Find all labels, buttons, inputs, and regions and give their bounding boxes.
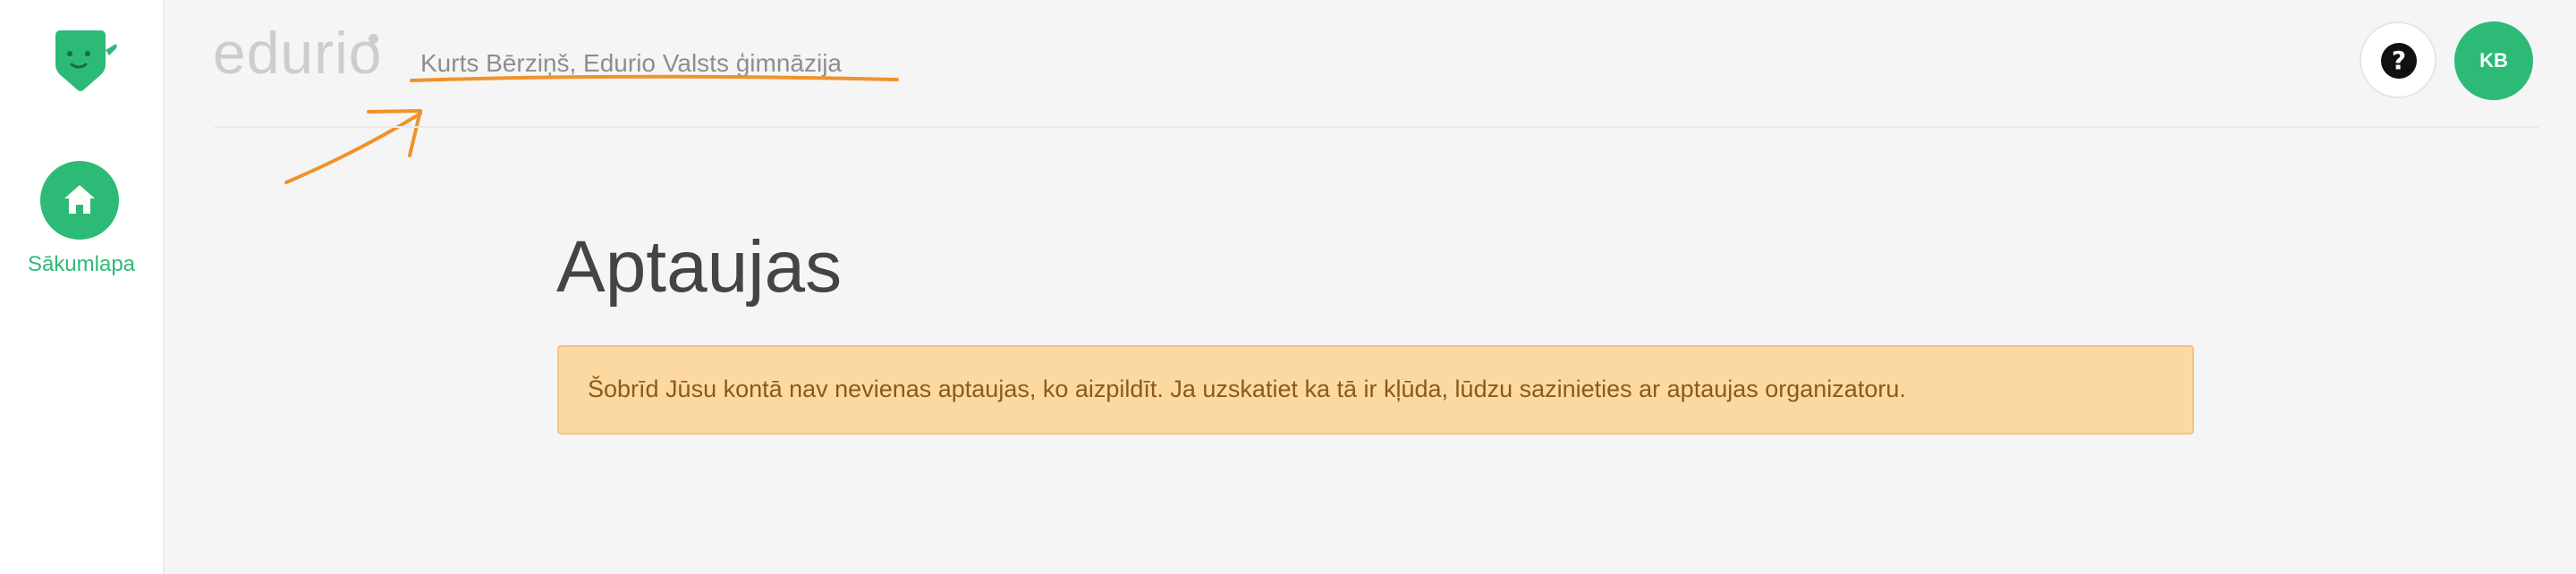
empty-state-alert: Šobrīd Jūsu kontā nav nevienas aptaujas,… bbox=[557, 345, 2194, 435]
question-mark-icon: ? bbox=[2381, 43, 2417, 79]
sidebar-item-label: Sākumlapa bbox=[27, 252, 136, 276]
annotation-arrow-icon bbox=[284, 112, 422, 184]
brand-logo-dot bbox=[369, 34, 378, 44]
header-divider bbox=[215, 126, 2538, 128]
brand-logo-text: edurio bbox=[213, 20, 383, 86]
home-icon bbox=[64, 185, 95, 214]
home-button[interactable] bbox=[40, 161, 119, 240]
user-avatar[interactable]: KB bbox=[2454, 21, 2533, 100]
app-window: Sākumlapa edurio Kurts Bērziņš, Edurio V… bbox=[0, 0, 2576, 574]
sidebar: Sākumlapa bbox=[0, 0, 165, 574]
page-title: Aptaujas bbox=[556, 226, 843, 308]
annotation-overlay bbox=[284, 74, 899, 184]
sidebar-item-home[interactable]: Sākumlapa bbox=[0, 161, 163, 286]
user-organization-label: Kurts Bērziņš, Edurio Valsts ģimnāzija bbox=[420, 49, 842, 77]
edurio-mascot-icon[interactable] bbox=[50, 27, 122, 98]
help-button[interactable]: ? bbox=[2360, 21, 2436, 98]
alert-message: Šobrīd Jūsu kontā nav nevienas aptaujas,… bbox=[588, 376, 1906, 402]
